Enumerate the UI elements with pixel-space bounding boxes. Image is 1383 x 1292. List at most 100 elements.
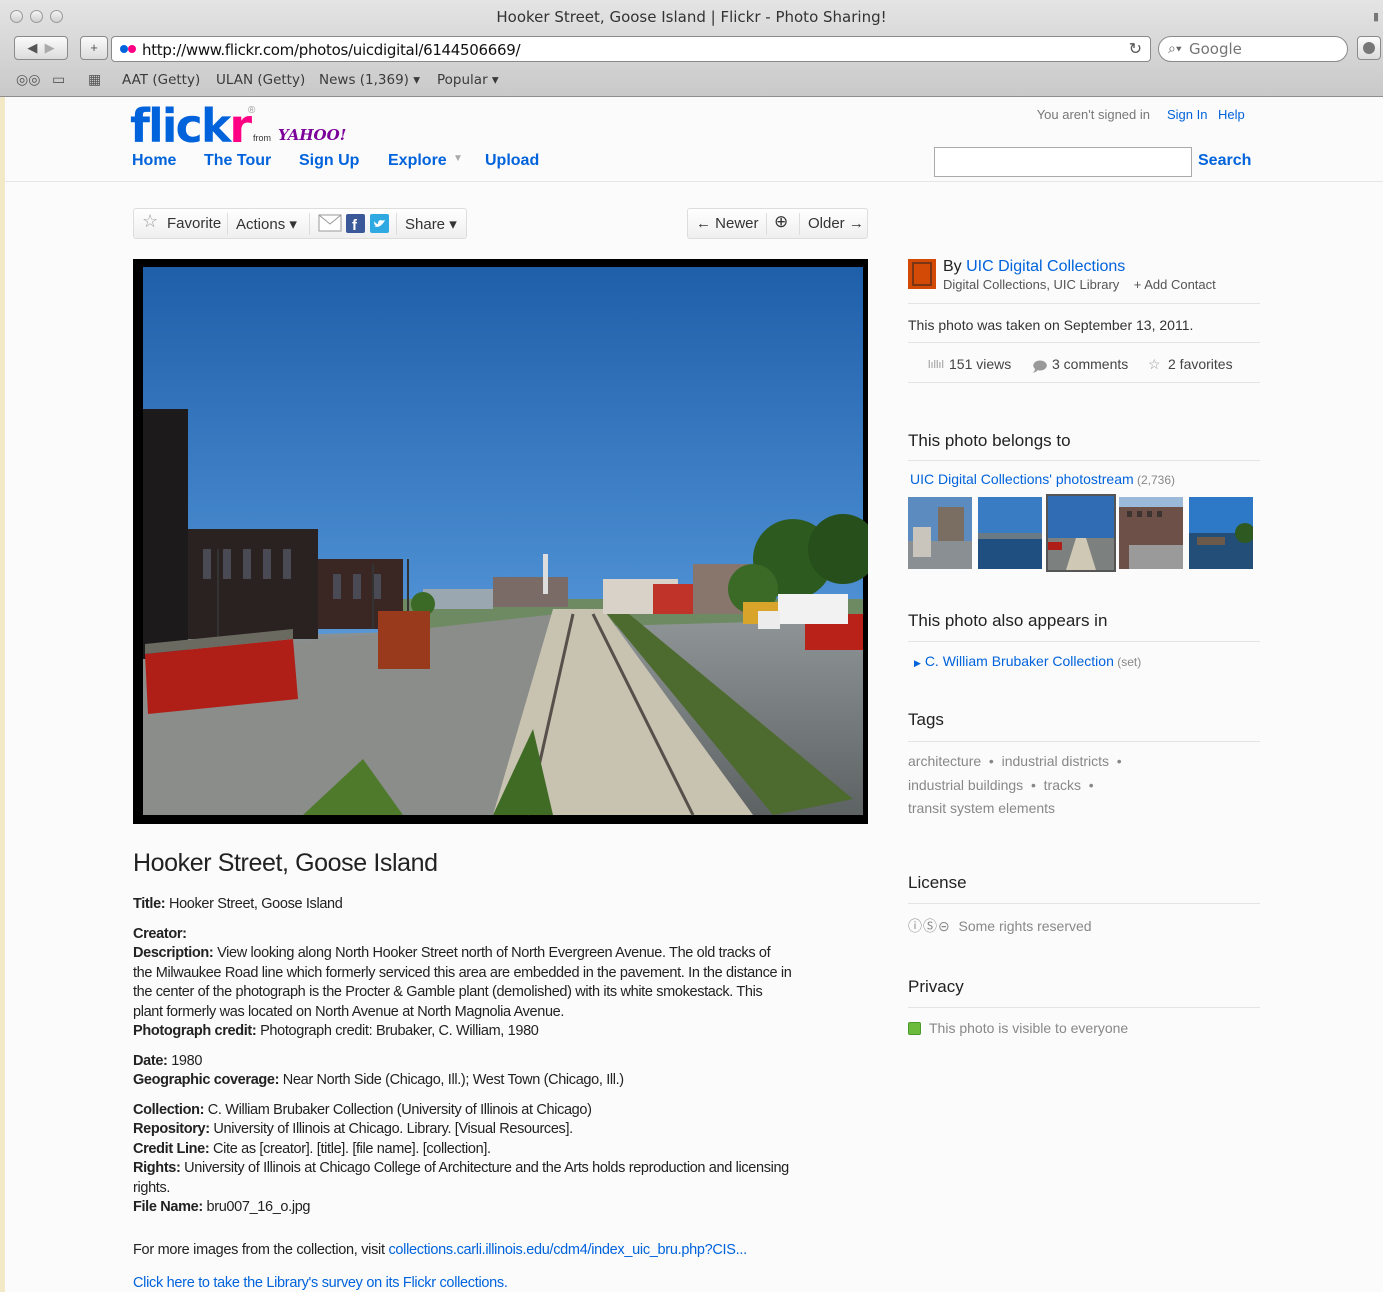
flickr-page: flickr ® from YAHOO! Home The Tour Sign U…: [5, 97, 1383, 1292]
license-row: ⓘⓈ⊝ Some rights reserved: [908, 916, 1092, 936]
twitter-icon[interactable]: [370, 214, 389, 237]
browser-chrome: Hooker Street, Goose Island | Flickr - P…: [0, 0, 1383, 97]
tag-link[interactable]: architecture: [908, 753, 981, 769]
toolbar-toggle-icon[interactable]: ▮: [1373, 10, 1379, 23]
flickr-search-input[interactable]: [934, 147, 1192, 177]
reload-icon[interactable]: ↻: [1129, 39, 1142, 59]
add-contact-link[interactable]: + Add Contact: [1134, 277, 1216, 292]
flickr-favicon-icon: [120, 45, 140, 54]
photostream-thumb[interactable]: [908, 497, 972, 569]
credit-row: Photograph credit: Photograph credit: Br…: [133, 1023, 539, 1039]
zoom-icon[interactable]: ⊕: [774, 212, 788, 232]
older-photo-button[interactable]: Older →: [808, 215, 864, 232]
help-link[interactable]: Help: [1218, 107, 1245, 122]
comments-count[interactable]: 3 comments: [1052, 356, 1128, 372]
file-name-row: File Name: bru007_16_o.jpg: [133, 1199, 311, 1215]
address-bar[interactable]: http://www.flickr.com/photos/uicdigital/…: [111, 36, 1151, 62]
photostream-thumb-selected[interactable]: [1046, 494, 1116, 572]
favorite-button[interactable]: Favorite: [167, 215, 221, 232]
web-search-input[interactable]: [1189, 40, 1339, 58]
window-title: Hooker Street, Goose Island | Flickr - P…: [496, 8, 887, 26]
bookmark-news[interactable]: News (1,369) ▾: [319, 72, 420, 88]
tag-link[interactable]: tracks: [1044, 777, 1081, 793]
date-taken: This photo was taken on September 13, 20…: [908, 317, 1194, 333]
favorites-icon: ☆: [1148, 356, 1161, 372]
url-text[interactable]: http://www.flickr.com/photos/uicdigital/…: [142, 41, 521, 59]
photostream-thumb[interactable]: [1119, 497, 1183, 569]
nav-upload[interactable]: Upload: [485, 152, 539, 170]
set-row: ▶ C. William Brubaker Collection (set): [914, 653, 1142, 669]
web-search-box[interactable]: ⌕▾: [1158, 36, 1348, 62]
reading-list-icon[interactable]: ◎◎: [16, 71, 40, 88]
photo-title: Hooker Street, Goose Island: [133, 849, 438, 877]
photostream-row: UIC Digital Collections' photostream (2,…: [910, 471, 1176, 487]
belongs-heading: This photo belongs to: [908, 431, 1071, 450]
photostream-link[interactable]: UIC Digital Collections' photostream: [910, 471, 1134, 487]
creative-commons-icons[interactable]: ⓘⓈ⊝: [908, 918, 951, 934]
nav-explore[interactable]: Explore: [388, 152, 447, 170]
license-heading: License: [908, 873, 967, 892]
actions-menu-button[interactable]: Actions ▾: [236, 215, 297, 233]
back-icon[interactable]: ◀: [27, 40, 37, 55]
header-divider: [5, 181, 1383, 182]
rights-row: Rights: University of Illinois at Chicag…: [133, 1160, 789, 1196]
collection-url-link[interactable]: collections.carli.illinois.edu/cdm4/inde…: [388, 1242, 747, 1258]
tags-heading: Tags: [908, 710, 944, 729]
owner-avatar[interactable]: [908, 259, 936, 289]
forward-icon[interactable]: ▶: [45, 40, 55, 55]
title-row: Title: Hooker Street, Goose Island: [133, 896, 343, 912]
main-photo[interactable]: [133, 259, 868, 824]
search-button[interactable]: Search: [1198, 152, 1251, 170]
comments-icon: 🗩: [1032, 358, 1048, 374]
bookmark-ulan[interactable]: ULAN (Getty): [216, 72, 305, 88]
back-forward-buttons[interactable]: ◀ ▶: [14, 36, 68, 60]
extension-button[interactable]: [1357, 36, 1381, 60]
owner-subtitle: Digital Collections, UIC Library + Add C…: [943, 277, 1216, 292]
bookmark-popular[interactable]: Popular ▾: [437, 72, 499, 88]
star-icon[interactable]: ☆: [142, 211, 158, 232]
license-link[interactable]: Some rights reserved: [959, 918, 1092, 934]
flickr-logo[interactable]: flickr ® from YAHOO!: [130, 99, 346, 153]
views-count: 151 views: [949, 356, 1012, 372]
nav-sign-up[interactable]: Sign Up: [299, 152, 359, 170]
owner-link[interactable]: UIC Digital Collections: [966, 258, 1125, 275]
more-images-line: For more images from the collection, vis…: [133, 1242, 747, 1258]
views-icon: lıllıl: [928, 359, 944, 371]
expand-triangle-icon[interactable]: ▶: [914, 658, 921, 668]
date-row: Date: 1980: [133, 1052, 203, 1069]
photo-nav-bar: ← Newer ⊕ Older →: [687, 208, 868, 239]
survey-link[interactable]: Click here to take the Library's survey …: [133, 1275, 508, 1291]
set-link[interactable]: C. William Brubaker Collection: [925, 653, 1114, 669]
tag-list: architecture • industrial districts • in…: [908, 753, 1122, 816]
facebook-icon[interactable]: f: [346, 214, 365, 237]
sign-in-link[interactable]: Sign In: [1167, 107, 1207, 122]
signed-in-status: You aren't signed in: [1036, 107, 1150, 122]
top-sites-grid-icon[interactable]: ▦: [88, 71, 101, 88]
repository-row: Repository: University of Illinois at Ch…: [133, 1121, 573, 1137]
privacy-row: This photo is visible to everyone: [908, 1020, 1128, 1036]
collection-row: Collection: C. William Brubaker Collecti…: [133, 1101, 592, 1118]
email-icon[interactable]: [318, 213, 342, 237]
add-bookmark-button[interactable]: +: [80, 36, 108, 60]
photostream-thumb[interactable]: [978, 497, 1042, 569]
creator-row: Creator:: [133, 925, 187, 942]
photo-description: Title: Hooker Street, Goose Island Creat…: [133, 895, 793, 1218]
tag-link[interactable]: industrial buildings: [908, 777, 1023, 793]
nav-the-tour[interactable]: The Tour: [204, 152, 271, 170]
credit-line-row: Credit Line: Cite as [creator]. [title].…: [133, 1140, 491, 1157]
appears-heading: This photo also appears in: [908, 611, 1108, 630]
favorites-count[interactable]: 2 favorites: [1168, 356, 1233, 372]
geo-row: Geographic coverage: Near North Side (Ch…: [133, 1072, 624, 1088]
bookmark-aat[interactable]: AAT (Getty): [122, 72, 200, 88]
privacy-heading: Privacy: [908, 977, 964, 996]
public-visibility-icon: [908, 1022, 921, 1035]
tag-link[interactable]: industrial districts: [1002, 753, 1109, 769]
explore-dropdown-icon[interactable]: ▼: [453, 153, 463, 164]
newer-photo-button[interactable]: ← Newer: [696, 215, 759, 232]
bookmarks-book-icon[interactable]: ▭: [52, 71, 65, 88]
photo-action-bar: ☆ Favorite Actions ▾ f Share ▾: [133, 208, 467, 239]
photostream-thumb[interactable]: [1189, 497, 1253, 569]
tag-link[interactable]: transit system elements: [908, 800, 1055, 816]
nav-home[interactable]: Home: [132, 152, 176, 170]
share-menu-button[interactable]: Share ▾: [405, 215, 457, 233]
